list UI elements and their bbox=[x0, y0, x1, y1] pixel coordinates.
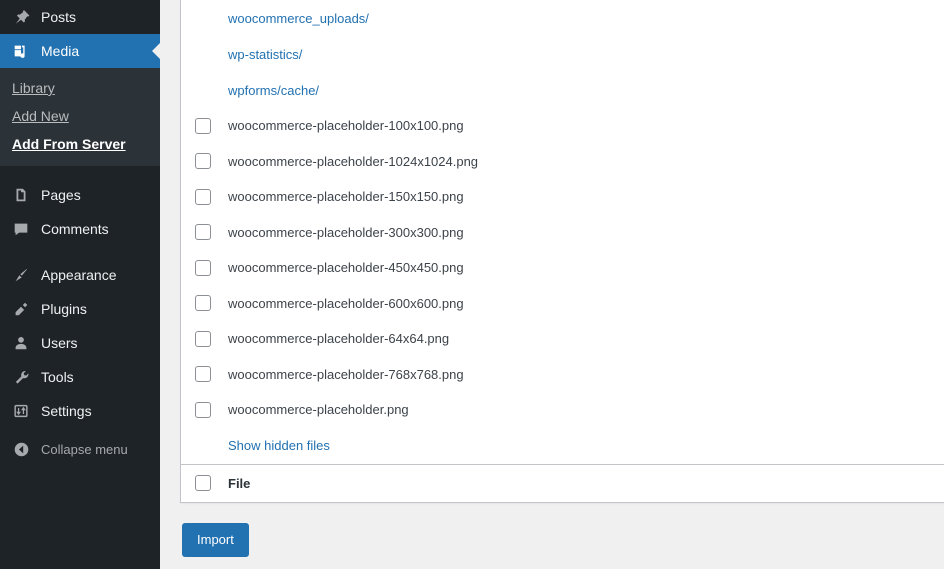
file-checkbox[interactable] bbox=[195, 295, 211, 311]
file-checkbox[interactable] bbox=[195, 402, 211, 418]
sidebar-item-label: Collapse menu bbox=[41, 442, 128, 457]
sidebar-item-label: Posts bbox=[41, 9, 76, 25]
sidebar-item-settings[interactable]: Settings bbox=[0, 394, 160, 428]
directory-link[interactable]: wp-statistics/ bbox=[228, 47, 302, 62]
brush-icon bbox=[10, 265, 32, 285]
file-checkbox[interactable] bbox=[195, 153, 211, 169]
menu-separator bbox=[0, 166, 160, 178]
submenu-item-library[interactable]: Library bbox=[0, 74, 160, 102]
sidebar-item-appearance[interactable]: Appearance bbox=[0, 258, 160, 292]
show-hidden-files-row[interactable]: Show hidden files bbox=[181, 428, 944, 464]
submenu-item-add-new[interactable]: Add New bbox=[0, 102, 160, 130]
directory-row[interactable]: wp-statistics/ bbox=[181, 36, 944, 72]
table-row[interactable]: woocommerce-placeholder-64x64.png bbox=[181, 321, 944, 357]
file-checkbox[interactable] bbox=[195, 189, 211, 205]
file-name-label: woocommerce-placeholder.png bbox=[228, 402, 409, 417]
file-name-label: woocommerce-placeholder-300x300.png bbox=[228, 225, 464, 240]
sidebar-item-media[interactable]: Media bbox=[0, 34, 160, 68]
sidebar-item-tools[interactable]: Tools bbox=[0, 360, 160, 394]
submenu-item-add-from-server[interactable]: Add From Server bbox=[0, 130, 160, 158]
file-checkbox[interactable] bbox=[195, 331, 211, 347]
sidebar-item-plugins[interactable]: Plugins bbox=[0, 292, 160, 326]
directory-link[interactable]: woocommerce_uploads/ bbox=[228, 11, 369, 26]
wordpress-admin-screen: Posts Media Library Add New Add From Ser… bbox=[0, 0, 944, 569]
media-submenu: Library Add New Add From Server bbox=[0, 68, 160, 166]
sidebar-item-posts[interactable]: Posts bbox=[0, 0, 160, 34]
select-all-checkbox[interactable] bbox=[195, 475, 211, 491]
table-footer-row: File bbox=[181, 464, 944, 502]
file-name-label: woocommerce-placeholder-450x450.png bbox=[228, 260, 464, 275]
comments-icon bbox=[10, 219, 32, 239]
file-name-label: woocommerce-placeholder-150x150.png bbox=[228, 189, 464, 204]
directory-link[interactable]: wpforms/cache/ bbox=[228, 83, 319, 98]
file-name-label: woocommerce-placeholder-600x600.png bbox=[228, 296, 464, 311]
table-row[interactable]: woocommerce-placeholder-100x100.png bbox=[181, 108, 944, 144]
import-button-container: Import bbox=[180, 503, 944, 557]
table-row[interactable]: woocommerce-placeholder-450x450.png bbox=[181, 250, 944, 286]
file-name-label: woocommerce-placeholder-768x768.png bbox=[228, 367, 464, 382]
sidebar-item-label: Pages bbox=[41, 187, 81, 203]
table-row[interactable]: woocommerce-placeholder-600x600.png bbox=[181, 286, 944, 322]
file-name-label: woocommerce-placeholder-64x64.png bbox=[228, 331, 449, 346]
sidebar-item-label: Appearance bbox=[41, 267, 117, 283]
sidebar-item-label: Tools bbox=[41, 369, 74, 385]
sidebar-item-label: Settings bbox=[41, 403, 92, 419]
user-icon bbox=[10, 333, 32, 353]
sidebar-item-comments[interactable]: Comments bbox=[0, 212, 160, 246]
show-hidden-files-link[interactable]: Show hidden files bbox=[228, 438, 330, 453]
menu-separator bbox=[0, 246, 160, 258]
file-browser-table: woocommerce_uploads/ wp-statistics/ wpfo… bbox=[180, 0, 944, 503]
file-checkbox[interactable] bbox=[195, 366, 211, 382]
plugin-icon bbox=[10, 299, 32, 319]
table-row[interactable]: woocommerce-placeholder-150x150.png bbox=[181, 179, 944, 215]
admin-sidebar: Posts Media Library Add New Add From Ser… bbox=[0, 0, 160, 569]
file-name-label: woocommerce-placeholder-1024x1024.png bbox=[228, 154, 478, 169]
pages-icon bbox=[10, 185, 32, 205]
wrench-icon bbox=[10, 367, 32, 387]
file-checkbox[interactable] bbox=[195, 260, 211, 276]
column-header-file: File bbox=[228, 476, 250, 491]
file-name-label: woocommerce-placeholder-100x100.png bbox=[228, 118, 464, 133]
sidebar-item-label: Plugins bbox=[41, 301, 87, 317]
sidebar-item-collapse-menu[interactable]: Collapse menu bbox=[0, 432, 160, 466]
settings-icon bbox=[10, 401, 32, 421]
add-from-server-content: woocommerce_uploads/ wp-statistics/ wpfo… bbox=[160, 0, 944, 569]
directory-row[interactable]: woocommerce_uploads/ bbox=[181, 0, 944, 36]
table-row[interactable]: woocommerce-placeholder-768x768.png bbox=[181, 357, 944, 393]
directory-row[interactable]: wpforms/cache/ bbox=[181, 72, 944, 108]
sidebar-item-users[interactable]: Users bbox=[0, 326, 160, 360]
sidebar-item-pages[interactable]: Pages bbox=[0, 178, 160, 212]
pin-icon bbox=[10, 7, 32, 27]
sidebar-item-label: Media bbox=[41, 43, 79, 59]
file-checkbox[interactable] bbox=[195, 118, 211, 134]
sidebar-item-label: Comments bbox=[41, 221, 109, 237]
table-row[interactable]: woocommerce-placeholder-300x300.png bbox=[181, 215, 944, 251]
table-row[interactable]: woocommerce-placeholder.png bbox=[181, 392, 944, 428]
media-icon bbox=[10, 41, 32, 61]
current-menu-arrow-icon bbox=[152, 43, 160, 59]
import-button[interactable]: Import bbox=[182, 523, 249, 557]
table-row[interactable]: woocommerce-placeholder-1024x1024.png bbox=[181, 144, 944, 180]
sidebar-item-label: Users bbox=[41, 335, 78, 351]
collapse-arrow-icon bbox=[10, 439, 32, 459]
file-checkbox[interactable] bbox=[195, 224, 211, 240]
